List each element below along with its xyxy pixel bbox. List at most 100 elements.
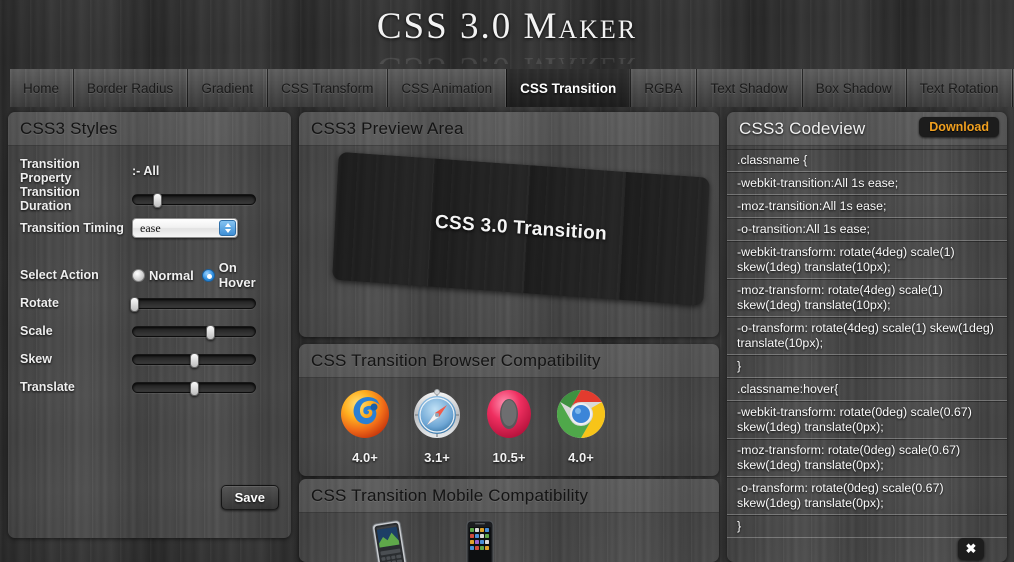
rotate-row: Rotate xyxy=(20,292,279,314)
transition-duration-label: Transition Duration xyxy=(20,185,80,213)
skew-label: Skew xyxy=(20,352,52,366)
page-title: CSS 3.0 Maker xyxy=(376,6,638,47)
browser-item-opera: 10.5+ xyxy=(473,388,545,465)
code-line: -moz-transition:All 1s ease; xyxy=(727,195,1007,218)
preview-box[interactable]: CSS 3.0 Transition xyxy=(332,151,710,306)
css3-styles-panel: CSS3 Styles Transition Property :- All T… xyxy=(8,112,291,538)
radio-on-hover-label: On Hover xyxy=(218,260,256,290)
transition-duration-row: Transition Duration xyxy=(20,185,279,213)
chrome-icon xyxy=(555,388,607,445)
code-panel-title: CSS3 Codeview xyxy=(739,118,866,138)
transition-property-row: Transition Property :- All xyxy=(20,157,279,185)
tab-rgba[interactable]: RGBA xyxy=(630,69,697,107)
main-navigation: Home Border Radius Gradient CSS Transform CS… xyxy=(10,69,1014,107)
transition-property-label: Transition Property xyxy=(20,157,80,185)
css3-preview-panel: CSS3 Preview Area CSS 3.0 Transition xyxy=(299,112,719,337)
code-line: .classname { xyxy=(727,149,1007,172)
download-button[interactable]: Download xyxy=(919,117,999,137)
browser-panel-title: CSS Transition Browser Compatibility xyxy=(311,350,601,370)
translate-slider[interactable] xyxy=(132,380,256,396)
code-line: -o-transition:All 1s ease; xyxy=(727,218,1007,241)
scale-label: Scale xyxy=(20,324,53,338)
skew-slider-knob[interactable] xyxy=(190,352,199,368)
browser-item-chrome: 4.0+ xyxy=(545,388,617,465)
scale-slider[interactable] xyxy=(132,324,256,340)
browser-item-safari: 3.1+ xyxy=(401,388,473,465)
iphone-icon xyxy=(459,519,501,562)
mobile-panel-header: CSS Transition Mobile Compatibility xyxy=(299,479,719,513)
preview-panel-title: CSS3 Preview Area xyxy=(311,118,464,138)
tab-css-transition[interactable]: CSS Transition xyxy=(506,69,631,107)
code-lines-list: .classname {-webkit-transition:All 1s ea… xyxy=(727,146,1007,562)
select-action-label: Select Action xyxy=(20,268,99,282)
site-header: CSS 3.0 Maker CSS 3.0 Maker xyxy=(0,0,1014,64)
transition-duration-slider-knob[interactable] xyxy=(153,192,163,208)
translate-label: Translate xyxy=(20,380,75,394)
preview-stage: CSS 3.0 Transition xyxy=(299,146,719,337)
firefox-icon xyxy=(339,388,391,445)
tab-box-shadow[interactable]: Box Shadow xyxy=(801,69,906,107)
select-action-radio-group: Normal On Hover xyxy=(132,260,279,290)
radio-normal-icon[interactable] xyxy=(132,268,145,282)
browser-version-opera: 10.5+ xyxy=(492,450,526,465)
code-line: -webkit-transform: rotate(0deg) scale(0.… xyxy=(727,401,1007,439)
preview-panel-header: CSS3 Preview Area xyxy=(299,112,719,146)
translate-row: Translate xyxy=(20,376,279,398)
blackberry-phone-icon xyxy=(367,519,413,562)
mobile-device-list xyxy=(299,513,719,562)
transition-duration-slider[interactable] xyxy=(132,192,256,208)
code-line: .classname:hover{ xyxy=(727,378,1007,401)
browser-compatibility-panel: CSS Transition Browser Compatibility 4.0… xyxy=(299,344,719,476)
code-panel-header: CSS3 Codeview Download xyxy=(727,112,1007,146)
tab-css-transform[interactable]: CSS Transform xyxy=(267,69,388,107)
scale-row: Scale xyxy=(20,320,279,342)
radio-option-normal[interactable]: Normal xyxy=(132,268,194,283)
browser-version-firefox: 4.0+ xyxy=(352,450,378,465)
page-title-reflection: CSS 3.0 Maker xyxy=(0,48,1014,64)
transition-timing-label: Transition Timing xyxy=(20,221,124,235)
styles-panel-header: CSS3 Styles xyxy=(8,112,291,146)
css3-codeview-panel: CSS3 Codeview Download .classname {-webk… xyxy=(727,112,1007,562)
browser-panel-header: CSS Transition Browser Compatibility xyxy=(299,344,719,378)
skew-slider[interactable] xyxy=(132,352,256,368)
preview-box-label: CSS 3.0 Transition xyxy=(434,211,608,245)
select-action-row: Select Action Normal On Hover xyxy=(20,260,279,290)
translate-slider-knob[interactable] xyxy=(190,380,199,396)
close-icon[interactable]: ✖ xyxy=(958,538,984,560)
radio-on-hover-icon[interactable] xyxy=(201,268,215,282)
browser-version-safari: 3.1+ xyxy=(424,450,450,465)
radio-option-on-hover[interactable]: On Hover xyxy=(201,260,271,290)
radio-normal-label: Normal xyxy=(149,267,194,283)
safari-icon xyxy=(411,388,463,445)
tab-border-radius[interactable]: Border Radius xyxy=(73,69,188,107)
tab-text-shadow[interactable]: Text Shadow xyxy=(696,69,802,107)
tab-gradient[interactable]: Gradient xyxy=(187,69,268,107)
browser-item-firefox: 4.0+ xyxy=(329,388,401,465)
save-button[interactable]: Save xyxy=(220,485,279,510)
mobile-device-blackberry-phone xyxy=(345,519,435,562)
transition-timing-select[interactable]: ease xyxy=(132,218,238,238)
tab-css-animation[interactable]: CSS Animation xyxy=(387,69,507,107)
tab-text-rotation[interactable]: Text Rotation xyxy=(905,69,1013,107)
transition-timing-row: Transition Timing ease xyxy=(20,216,279,240)
styles-panel-body: Transition Property :- All Transition Du… xyxy=(8,146,291,538)
mobile-panel-title: CSS Transition Mobile Compatibility xyxy=(311,485,589,505)
code-line: } xyxy=(727,515,1007,538)
code-line: -o-transform: rotate(4deg) scale(1) skew… xyxy=(727,317,1007,355)
rotate-slider[interactable] xyxy=(130,296,256,312)
code-line: -o-transform: rotate(0deg) scale(0.67) s… xyxy=(727,477,1007,515)
rotate-slider-knob[interactable] xyxy=(130,296,140,312)
mobile-compatibility-panel: CSS Transition Mobile Compatibility xyxy=(299,479,719,562)
chevron-updown-icon[interactable] xyxy=(219,220,236,236)
transition-timing-selected-value: ease xyxy=(140,220,161,235)
code-line: -moz-transform: rotate(4deg) scale(1) sk… xyxy=(727,279,1007,317)
code-line: } xyxy=(727,355,1007,378)
scale-slider-knob[interactable] xyxy=(205,324,215,340)
code-line: -webkit-transition:All 1s ease; xyxy=(727,172,1007,195)
tab-home[interactable]: Home xyxy=(10,69,74,107)
opera-icon xyxy=(483,388,535,445)
code-line: -moz-transform: rotate(0deg) scale(0.67)… xyxy=(727,439,1007,477)
transition-property-value: :- All xyxy=(132,164,160,178)
skew-row: Skew xyxy=(20,348,279,370)
styles-panel-title: CSS3 Styles xyxy=(20,118,118,138)
